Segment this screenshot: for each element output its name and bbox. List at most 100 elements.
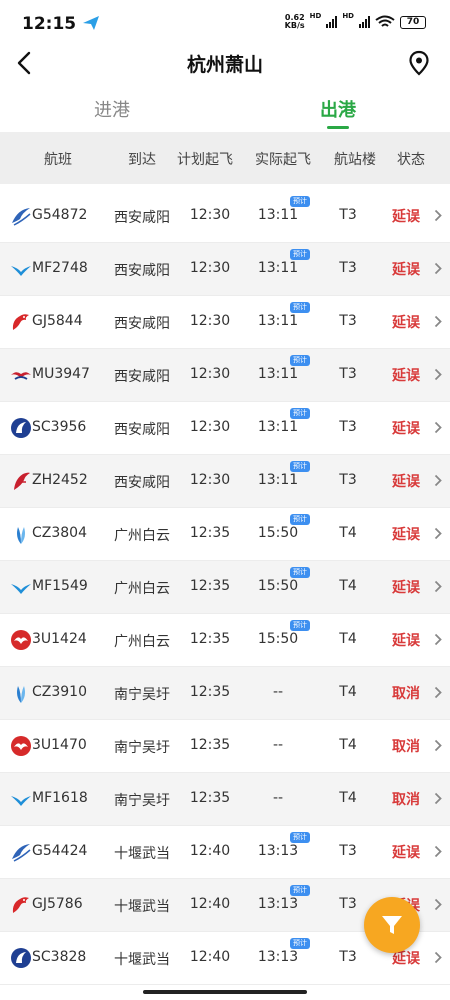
terminal: T4 <box>339 578 357 594</box>
wifi-icon <box>375 15 395 27</box>
flight-row[interactable]: SC3956 西安咸阳 12:30 13:11 预计 T3 延误 <box>0 402 450 455</box>
direction-tabs: 进港 出港 <box>0 90 450 130</box>
flight-row[interactable]: CZ3910 南宁吴圩 12:35 -- T4 取消 <box>0 667 450 720</box>
active-tab-indicator <box>327 126 349 129</box>
xiamen-airlines-logo-icon <box>11 266 31 276</box>
destination: 南宁吴圩 <box>114 740 170 756</box>
home-indicator <box>143 990 307 994</box>
tab-arrivals[interactable]: 进港 <box>52 96 172 122</box>
actual-time: -- <box>272 790 284 806</box>
flight-number: SC3956 <box>32 419 87 435</box>
estimated-badge: 预计 <box>290 832 310 843</box>
flight-row[interactable]: 3U1424 广州白云 12:35 15:50 预计 T4 延误 <box>0 614 450 667</box>
actual-time: -- <box>272 737 284 753</box>
tab-departures[interactable]: 出港 <box>278 96 398 122</box>
china-southern-logo-icon <box>17 527 25 544</box>
destination: 十堰武当 <box>114 846 170 862</box>
shandong-airlines-logo-icon <box>11 948 31 968</box>
planned-time: 12:40 <box>189 843 231 859</box>
actual-time: 13:11 <box>257 366 299 382</box>
xiamen-airlines-logo-icon <box>11 796 31 806</box>
actual-time: 13:11 <box>257 260 299 276</box>
chevron-right-icon <box>434 262 442 275</box>
chevron-right-icon <box>434 898 442 911</box>
chevron-right-icon <box>434 739 442 752</box>
flight-number: G54872 <box>32 207 88 223</box>
sichuan-airlines-logo-icon <box>11 630 31 650</box>
chevron-right-icon <box>434 633 442 646</box>
flight-row[interactable]: MF1618 南宁吴圩 12:35 -- T4 取消 <box>0 773 450 826</box>
china-eastern-logo-icon <box>11 372 31 380</box>
terminal: T4 <box>339 525 357 541</box>
terminal: T3 <box>339 419 357 435</box>
status-badge: 延误 <box>392 209 420 225</box>
status-badge: 延误 <box>392 633 420 649</box>
flight-number: MF2748 <box>32 260 88 276</box>
col-flight: 航班 <box>44 152 72 168</box>
col-status: 状态 <box>397 152 425 168</box>
hd-label-1: HD <box>309 12 322 20</box>
flight-row[interactable]: GJ5844 西安咸阳 12:30 13:11 预计 T3 延误 <box>0 296 450 349</box>
planned-time: 12:35 <box>189 790 231 806</box>
filter-button[interactable] <box>364 897 420 953</box>
estimated-badge: 预计 <box>290 567 310 578</box>
status-bar: 12:15 0.62 KB/s HD HD 70 <box>0 0 450 44</box>
chevron-right-icon <box>434 792 442 805</box>
planned-time: 12:30 <box>189 313 231 329</box>
flight-number: MF1618 <box>32 790 88 806</box>
app-header: 杭州萧山 <box>0 44 450 84</box>
flight-number: GJ5786 <box>32 896 83 912</box>
chevron-right-icon <box>434 951 442 964</box>
flight-row[interactable]: 3U1470 南宁吴圩 12:35 -- T4 取消 <box>0 720 450 773</box>
flight-row[interactable]: MF2748 西安咸阳 12:30 13:11 预计 T3 延误 <box>0 243 450 296</box>
planned-time: 12:30 <box>189 419 231 435</box>
actual-time: 15:50 <box>257 525 299 541</box>
location-pin-icon[interactable] <box>408 50 430 76</box>
flight-number: GJ5844 <box>32 313 83 329</box>
estimated-badge: 预计 <box>290 249 310 260</box>
battery-icon: 70 <box>400 15 426 29</box>
chevron-right-icon <box>434 368 442 381</box>
status-badge: 取消 <box>392 739 420 755</box>
flight-row[interactable]: ZH2452 西安咸阳 12:30 13:11 预计 T3 延误 <box>0 455 450 508</box>
actual-time: 13:11 <box>257 313 299 329</box>
planned-time: 12:35 <box>189 578 231 594</box>
estimated-badge: 预计 <box>290 355 310 366</box>
sichuan-airlines-logo-icon <box>11 736 31 756</box>
signal-icon-2 <box>359 16 370 28</box>
flight-number: ZH2452 <box>32 472 88 488</box>
hd-label-2: HD <box>342 12 354 20</box>
destination: 广州白云 <box>114 634 170 650</box>
flight-number: 3U1424 <box>32 631 87 647</box>
speed-unit: KB/s <box>284 21 305 30</box>
flight-row[interactable]: G54872 西安咸阳 12:30 13:11 预计 T3 延误 <box>0 190 450 243</box>
chevron-right-icon <box>434 527 442 540</box>
network-speed: 0.62 KB/s <box>285 14 305 30</box>
status-icons: 0.62 KB/s HD HD 70 <box>285 12 426 30</box>
flight-row[interactable]: CZ3804 广州白云 12:35 15:50 预计 T4 延误 <box>0 508 450 561</box>
chevron-right-icon <box>434 845 442 858</box>
terminal: T3 <box>339 472 357 488</box>
chevron-right-icon <box>434 474 442 487</box>
actual-time: 13:11 <box>257 207 299 223</box>
shenzhen-airlines-logo-icon <box>14 472 30 490</box>
send-icon <box>83 16 99 30</box>
col-destination: 到达 <box>128 152 156 168</box>
estimated-badge: 预计 <box>290 620 310 631</box>
planned-time: 12:35 <box>189 684 231 700</box>
flight-row[interactable]: G54424 十堰武当 12:40 13:13 预计 T3 延误 <box>0 826 450 879</box>
flight-row[interactable]: MU3947 西安咸阳 12:30 13:11 预计 T3 延误 <box>0 349 450 402</box>
terminal: T3 <box>339 896 357 912</box>
estimated-badge: 预计 <box>290 514 310 525</box>
planned-time: 12:40 <box>189 949 231 965</box>
status-badge: 取消 <box>392 686 420 702</box>
chevron-right-icon <box>434 421 442 434</box>
terminal: T3 <box>339 207 357 223</box>
flight-row[interactable]: MF1549 广州白云 12:35 15:50 预计 T4 延误 <box>0 561 450 614</box>
signal-icon <box>326 16 338 28</box>
destination: 西安咸阳 <box>114 263 170 279</box>
actual-time: 13:13 <box>257 843 299 859</box>
status-time: 12:15 <box>22 14 77 34</box>
loong-air-logo-icon <box>12 314 29 330</box>
terminal: T3 <box>339 313 357 329</box>
